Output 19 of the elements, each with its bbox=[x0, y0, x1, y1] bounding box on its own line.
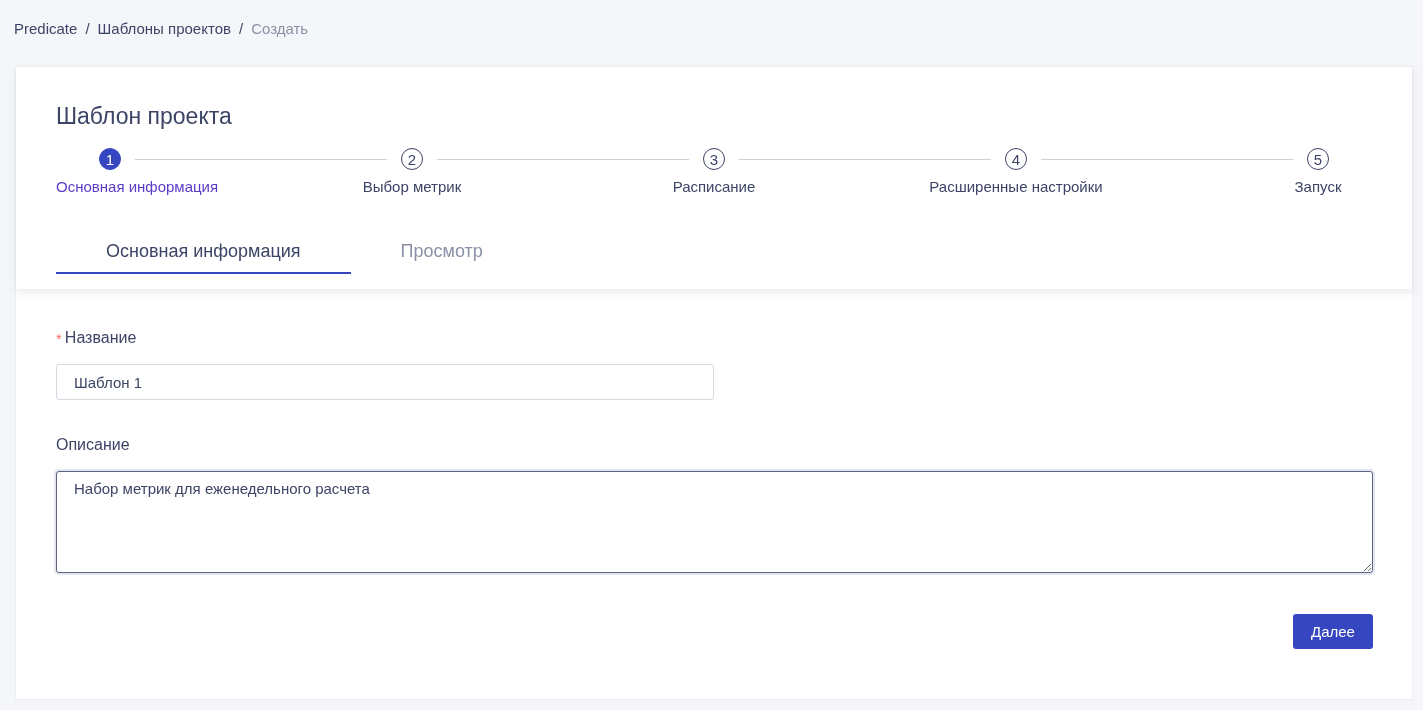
breadcrumb-link[interactable]: Шаблоны проектов bbox=[97, 20, 231, 37]
breadcrumb-link[interactable]: Predicate bbox=[14, 20, 78, 37]
breadcrumb-separator: / bbox=[85, 20, 90, 37]
name-input-field[interactable]: Шаблон 1 bbox=[56, 364, 714, 400]
field-label: Описание bbox=[56, 436, 130, 454]
required-mark: * bbox=[56, 329, 62, 347]
page-title: Шаблон проекта bbox=[56, 102, 233, 131]
step-label[interactable]: Расширенные настройки bbox=[929, 178, 1103, 195]
step-label[interactable]: Запуск bbox=[1294, 178, 1342, 195]
breadcrumb-separator: / bbox=[238, 20, 244, 37]
breadcrumb-current: Создать bbox=[251, 20, 309, 37]
step-label[interactable]: Расписание bbox=[672, 178, 756, 195]
description-text-area[interactable]: Набор метрик для еженедельного расчета bbox=[56, 471, 1373, 573]
field-label: Название bbox=[64, 329, 137, 347]
step-number[interactable]: 1 bbox=[99, 148, 121, 170]
step-label[interactable]: Выбор метрик bbox=[362, 178, 462, 195]
tab[interactable]: Основная информация bbox=[56, 241, 351, 274]
next-button[interactable]: Далее bbox=[1293, 614, 1373, 649]
step-label[interactable]: Основная информация bbox=[56, 178, 219, 195]
